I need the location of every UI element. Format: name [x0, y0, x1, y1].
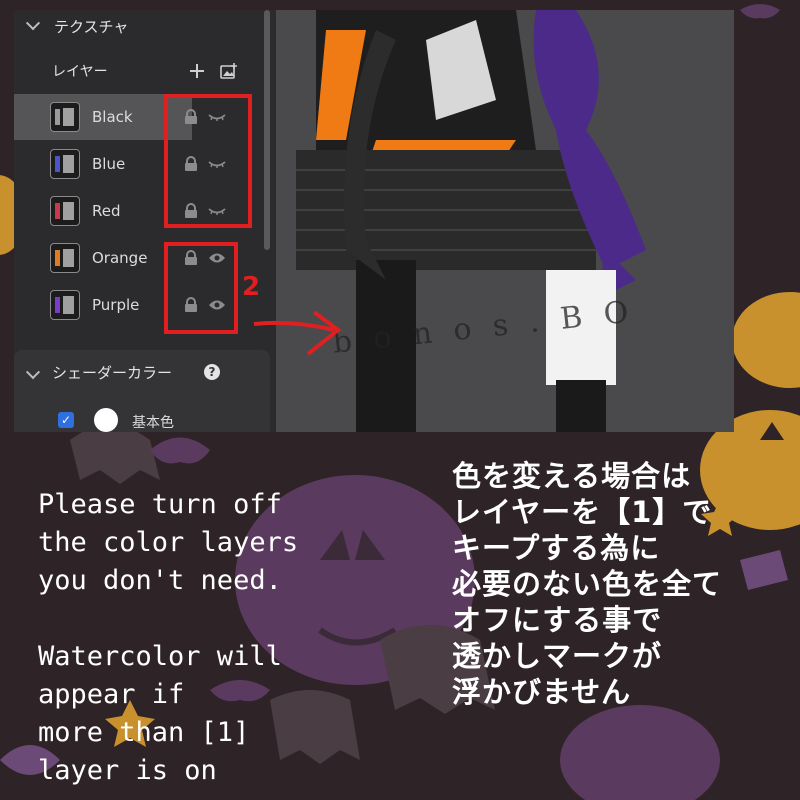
layer-row-orange[interactable]: Orange: [14, 235, 174, 281]
ghost-icon: [70, 425, 160, 484]
bat-icon: [150, 437, 210, 464]
hidden-layers-highlight: [164, 94, 252, 228]
japanese-caption: 色を変える場合は レイヤーを【1】で キープする為に 必要のない色を全て オフに…: [452, 459, 723, 709]
panel-scrollbar[interactable]: [264, 10, 270, 250]
layer-thumbnail: [50, 290, 80, 320]
layers-header: レイヤー: [14, 56, 256, 86]
layer-name: Red: [92, 202, 121, 220]
base-color-label: 基本色: [132, 415, 174, 431]
layer-thumbnail: [50, 196, 80, 226]
chevron-down-icon: [25, 16, 41, 31]
visible-layers-highlight: [164, 242, 238, 334]
3d-viewport[interactable]: [276, 10, 734, 432]
character-render: [296, 10, 646, 432]
base-color-checkbox[interactable]: ✓: [58, 412, 74, 428]
add-layer-button[interactable]: [188, 62, 206, 80]
layer-name: Blue: [92, 155, 126, 173]
layer-thumbnail: [50, 149, 80, 179]
texture-section-header[interactable]: テクスチャ: [14, 10, 256, 42]
help-icon[interactable]: ?: [204, 364, 220, 380]
layer-thumbnail: [50, 102, 80, 132]
layer-name: Purple: [92, 296, 140, 314]
red-arrow-icon: [253, 310, 342, 356]
add-image-icon[interactable]: [220, 63, 238, 79]
chevron-down-icon[interactable]: [25, 365, 41, 380]
layer-row-purple[interactable]: Purple: [14, 282, 174, 328]
layer-row-blue[interactable]: Blue: [14, 141, 174, 187]
shader-color-section: シェーダーカラー ? ✓ 基本色: [14, 350, 270, 432]
color-swatch[interactable]: [94, 408, 118, 432]
layer-name: Orange: [92, 249, 148, 267]
annotation-number: 2: [242, 272, 261, 302]
layer-thumbnail: [50, 243, 80, 273]
shader-section-title: シェーダーカラー: [52, 364, 173, 382]
bat-icon: [740, 4, 780, 19]
layer-name: Black: [92, 108, 133, 126]
layers-heading: レイヤー: [52, 64, 108, 80]
app-screenshot: テクスチャ レイヤー Black Blue Red Orange Purple シェーダ…: [14, 10, 734, 432]
english-caption: Please turn off the color layers you don…: [38, 489, 299, 786]
pumpkin-icon: [560, 705, 720, 800]
texture-section-title: テクスチャ: [54, 17, 129, 36]
layer-row-red[interactable]: Red: [14, 188, 174, 234]
